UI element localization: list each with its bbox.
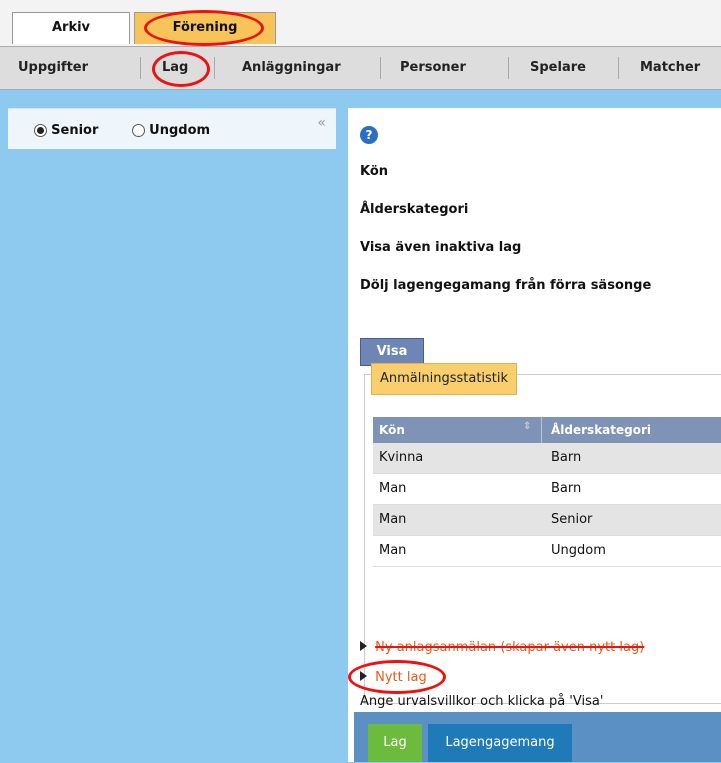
cell-kon: Kvinna [379, 450, 424, 465]
column-header-kon[interactable]: Kön [379, 423, 405, 437]
new-team-link-row[interactable]: Nytt lag [360, 670, 427, 685]
nav-uppgifter[interactable]: Uppgifter [18, 47, 88, 89]
cell-alderskategori: Senior [551, 512, 593, 527]
new-team-link[interactable]: Nytt lag [375, 670, 427, 685]
radio-ungdom-label: Ungdom [149, 123, 211, 138]
radio-ungdom[interactable] [132, 124, 145, 137]
field-kon-label: Kön [360, 164, 389, 179]
sort-icon[interactable]: ⇕ [523, 421, 531, 432]
expand-arrow-icon [360, 641, 367, 651]
field-dolj-label: Dölj lagengegamang från förra säsonge [360, 278, 652, 293]
table-row: Man Senior [373, 505, 721, 536]
radio-ungdom-group[interactable]: Ungdom [132, 123, 210, 138]
cell-alderskategori: Barn [551, 450, 582, 465]
top-tab-bar: Arkiv Förening [0, 0, 721, 46]
new-registration-link-row[interactable]: Ny anlagsanmälan (skapar även nytt lag) [360, 640, 644, 655]
table-row: Kvinna Barn [373, 443, 721, 474]
nav-divider [380, 57, 381, 79]
radio-senior-group[interactable]: Senior [34, 123, 98, 138]
nav-matcher[interactable]: Matcher [640, 47, 700, 89]
tab-lagengagemang[interactable]: Lagengagemang [428, 724, 572, 762]
cell-kon: Man [379, 481, 407, 496]
nav-divider [618, 57, 619, 79]
bottom-tab-strip: Lag Lagengagemang [354, 712, 721, 762]
nav-divider [214, 57, 215, 79]
collapse-icon[interactable]: « [317, 115, 326, 131]
table-row: Man Ungdom [373, 536, 721, 567]
tab-arkiv[interactable]: Arkiv [12, 12, 130, 44]
cell-alderskategori: Ungdom [551, 543, 606, 558]
nav-divider [508, 57, 509, 79]
sidebar-filter-panel: Senior Ungdom « [8, 109, 336, 149]
new-registration-link[interactable]: Ny anlagsanmälan (skapar även nytt lag) [375, 640, 644, 655]
radio-senior-label: Senior [51, 123, 99, 138]
stats-table-header: Kön ⇕ Ålderskategori [373, 417, 721, 443]
field-inaktiva-label: Visa även inaktiva lag [360, 240, 522, 255]
main-panel: ? Kön Ålderskategori Visa även inaktiva … [348, 108, 721, 762]
visa-button[interactable]: Visa [360, 338, 424, 366]
expand-arrow-icon [360, 671, 367, 681]
nav-anlaggningar[interactable]: Anläggningar [242, 47, 341, 89]
cell-alderskategori: Barn [551, 481, 582, 496]
column-divider [541, 417, 542, 443]
cell-kon: Man [379, 543, 407, 558]
main-nav: Uppgifter Lag Anläggningar Personer Spel… [0, 46, 721, 90]
radio-senior[interactable] [34, 124, 47, 137]
column-header-alderskategori[interactable]: Ålderskategori [551, 423, 651, 437]
nav-divider [140, 57, 141, 79]
tab-lag[interactable]: Lag [368, 724, 422, 762]
cell-kon: Man [379, 512, 407, 527]
table-row: Man Barn [373, 474, 721, 505]
nav-spelare[interactable]: Spelare [530, 47, 586, 89]
field-alderskategori-label: Ålderskategori [360, 202, 469, 217]
nav-personer[interactable]: Personer [400, 47, 466, 89]
sidebar: Senior Ungdom « [8, 108, 336, 763]
nav-lag[interactable]: Lag [162, 47, 188, 89]
help-icon[interactable]: ? [360, 126, 378, 144]
tab-forening[interactable]: Förening [134, 12, 276, 44]
stats-legend: Anmälningsstatistik [371, 363, 518, 395]
hint-text: Ange urvalsvillkor och klicka på 'Visa' [360, 694, 604, 709]
